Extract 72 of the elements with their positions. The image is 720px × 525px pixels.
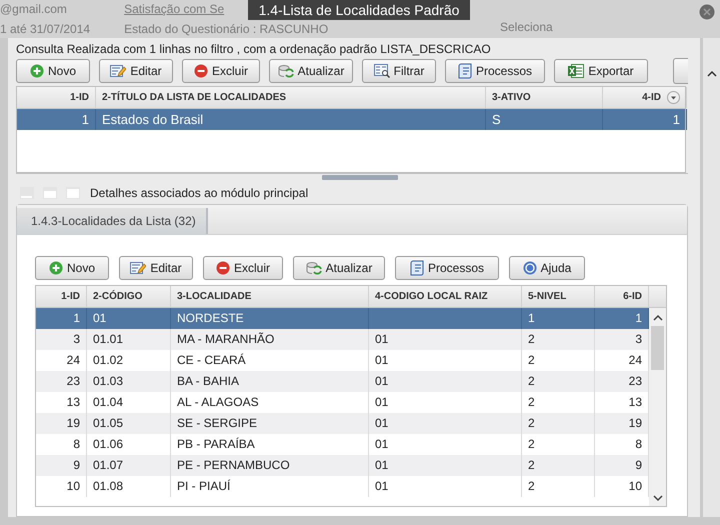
maximize-icon[interactable]	[66, 186, 80, 198]
toolbar-button[interactable]: Processos	[395, 256, 499, 280]
table-cell: S	[486, 109, 603, 130]
refresh-icon	[278, 64, 294, 78]
filter-icon	[374, 64, 390, 78]
column-header[interactable]: 6-ID	[595, 286, 649, 307]
table-row[interactable]: 1 01 NORDESTE 1 1	[36, 308, 649, 329]
partial-button[interactable]	[673, 58, 688, 84]
plus-icon	[48, 261, 63, 275]
column-header[interactable]: 4-CODIGO LOCAL RAIZ	[369, 286, 522, 307]
survey-status-text: Estado do Questionário : RASCUNHO	[124, 22, 328, 37]
restore-icon[interactable]	[43, 186, 57, 198]
column-header[interactable]: 2-TÍTULO DA LISTA DE LOCALIDADES	[96, 87, 486, 108]
scroll-up-icon[interactable]	[652, 314, 662, 322]
email-text: @gmail.com	[0, 2, 67, 17]
column-header[interactable]: 3-ATIVO	[486, 87, 603, 108]
query-info-text: Consulta Realizada com 1 linhas no filtro , com a ordenação padrão LISTA_DESCRICAO	[16, 42, 492, 57]
toolbar-button[interactable]: Atualizar	[293, 256, 385, 280]
toolbar-button[interactable]: Excluir	[182, 58, 260, 82]
edit-icon	[130, 261, 146, 275]
scrollbar[interactable]	[649, 308, 666, 506]
table-row[interactable]: 23 01.03 BA - BAHIA 01 2 23	[36, 371, 649, 392]
minus-icon	[216, 261, 230, 275]
scroll-up-icon[interactable]	[706, 70, 716, 78]
details-label: Detalhes associados ao módulo principal	[90, 186, 308, 200]
toolbar-button[interactable]: Novo	[35, 256, 109, 280]
column-header[interactable]: 2-CÓDIGO	[87, 286, 171, 307]
spreadsheet-icon	[568, 64, 584, 78]
help-icon	[522, 261, 537, 275]
table-cell: 01	[369, 476, 522, 497]
table-row[interactable]: 19 01.05 SE - SERGIPE 01 2 19	[36, 413, 649, 434]
dropdown-icon[interactable]	[667, 91, 680, 104]
close-icon[interactable]	[699, 4, 715, 20]
scroll-icon	[410, 260, 424, 276]
select-text: Seleciona	[500, 20, 553, 35]
scrollbar[interactable]	[703, 38, 720, 517]
column-header[interactable]: 5-NIVEL	[522, 286, 595, 307]
table-cell: 01.08	[87, 476, 171, 497]
plus-icon	[30, 64, 44, 78]
column-header[interactable]: 1-ID	[36, 286, 87, 307]
table-cell: 1	[17, 109, 96, 130]
scroll-thumb[interactable]	[651, 326, 664, 370]
minimize-icon[interactable]	[20, 186, 34, 198]
tab[interactable]: 1.4.3-Localidades da Lista (32)	[17, 208, 208, 234]
toolbar-button[interactable]: Atualizar	[269, 58, 353, 82]
toolbar-button[interactable]: Excluir	[203, 256, 283, 280]
table-cell: Estados do Brasil	[96, 109, 486, 130]
toolbar-button[interactable]: Editar	[99, 58, 173, 82]
minus-icon	[194, 64, 208, 78]
splitter-handle[interactable]	[322, 175, 398, 180]
column-header[interactable]: 4-ID	[603, 87, 687, 108]
edit-icon	[110, 64, 126, 78]
column-header[interactable]: 1-ID	[17, 87, 96, 108]
refresh-icon	[306, 261, 322, 275]
table-row[interactable]: 1 Estados do Brasil S 1	[17, 109, 685, 130]
scroll-icon	[458, 62, 472, 78]
scroll-down-icon[interactable]	[652, 494, 662, 502]
table-cell: 1	[603, 109, 687, 130]
toolbar-button[interactable]: Filtrar	[362, 58, 436, 82]
toolbar-button[interactable]: Novo	[16, 58, 90, 82]
table-cell: PI - PIAUÍ	[171, 476, 369, 497]
date-range-text: 1 até 31/07/2014	[0, 22, 90, 37]
toolbar-button[interactable]: Exportar	[554, 58, 648, 82]
table-cell: 2	[522, 476, 595, 497]
toolbar-button[interactable]: Ajuda	[509, 256, 585, 280]
table-cell: 10	[36, 476, 87, 497]
window-title: 1.4-Lista de Localidades Padrão	[248, 0, 470, 20]
toolbar-button[interactable]: Editar	[119, 256, 193, 280]
column-header[interactable]: 3-LOCALIDADE	[171, 286, 369, 307]
toolbar-button[interactable]: Processos	[445, 58, 545, 82]
table-row[interactable]: 3 01.01 MA - MARANHÃO 01 2 3	[36, 329, 649, 350]
table-row[interactable]: 9 01.07 PE - PERNAMBUCO 01 2 9	[36, 455, 649, 476]
